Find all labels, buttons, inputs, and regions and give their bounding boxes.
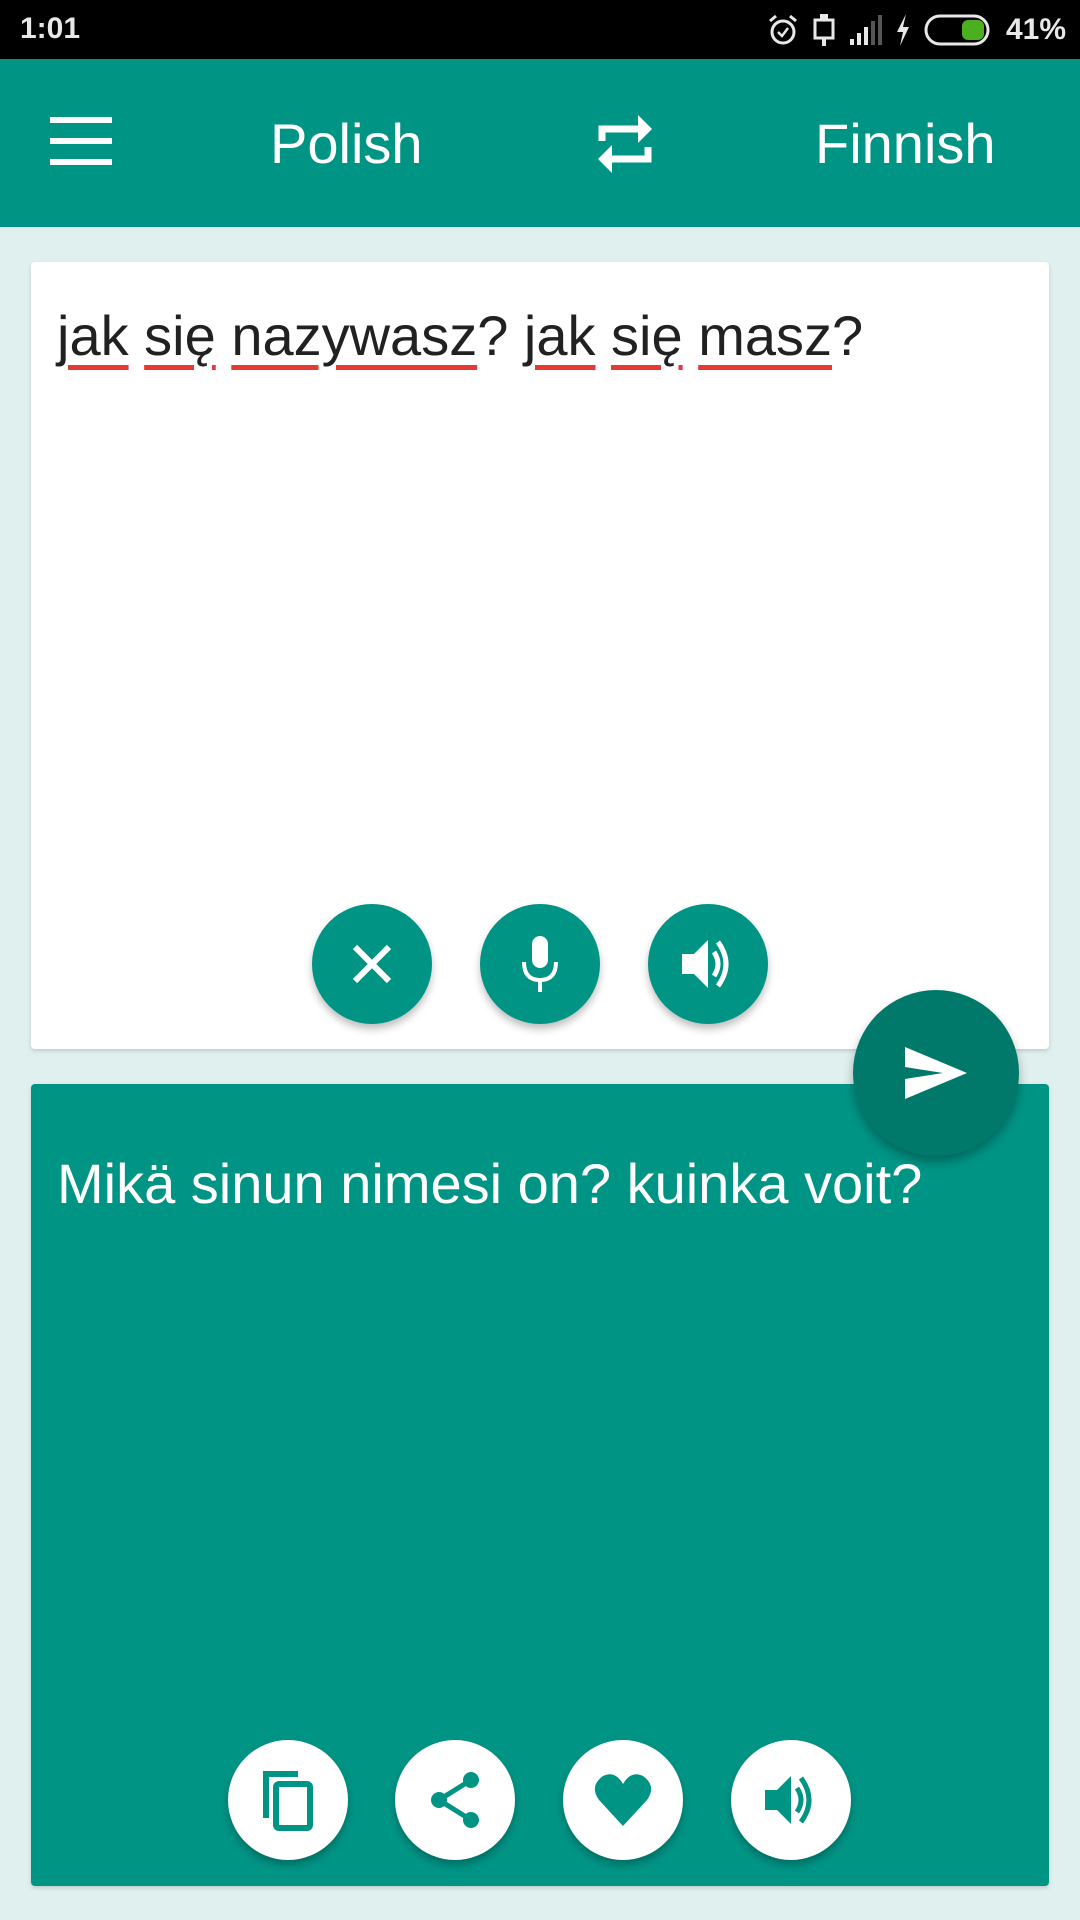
menu-button[interactable] [50,117,112,169]
heart-icon [594,1774,652,1826]
misspelled-word[interactable]: się [144,304,216,367]
speaker-icon [682,940,729,988]
charging-icon [896,14,909,46]
battery-icon [924,14,990,46]
battery-percent: 41% [1005,13,1066,46]
alarm-icon [768,14,797,45]
misspelled-word[interactable]: jak [524,304,596,367]
microphone-button[interactable] [480,904,600,1024]
source-text-card: jak się nazywasz? jak się masz? [31,262,1049,1049]
target-language-selector[interactable]: Finnish [815,111,996,176]
usb-icon [813,14,835,46]
source-text-input[interactable]: jak się nazywasz? jak się masz? [57,302,863,369]
share-button[interactable] [395,1740,515,1860]
status-time: 1:01 [20,12,81,45]
translation-card: Mikä sinun nimesi on? kuinka voit? [31,1084,1049,1886]
translate-button[interactable] [853,990,1019,1156]
share-icon [431,1772,479,1828]
close-icon [352,944,392,984]
speaker-icon [765,1776,812,1824]
signal-icon [849,15,882,45]
swap-icon [598,115,652,173]
source-language-selector[interactable]: Polish [270,111,423,176]
misspelled-word[interactable]: się [611,304,683,367]
status-icons: 41% [766,10,1066,50]
misspelled-word[interactable]: masz [698,304,832,367]
copy-button[interactable] [228,1740,348,1860]
mic-icon [522,936,558,992]
swap-languages-button[interactable] [590,111,660,177]
clear-button[interactable] [312,904,432,1024]
misspelled-word[interactable]: jak [57,304,129,367]
send-icon [905,1047,967,1099]
misspelled-word[interactable]: nazywasz [231,304,477,367]
speak-translation-button[interactable] [731,1740,851,1860]
copy-icon [263,1771,313,1831]
menu-icon [50,117,112,165]
translation-text: Mikä sinun nimesi on? kuinka voit? [57,1152,923,1215]
favorite-button[interactable] [563,1740,683,1860]
speak-source-button[interactable] [648,904,768,1024]
status-bar: 1:01 41% [0,0,1080,59]
app-toolbar: Polish Finnish [0,59,1080,227]
